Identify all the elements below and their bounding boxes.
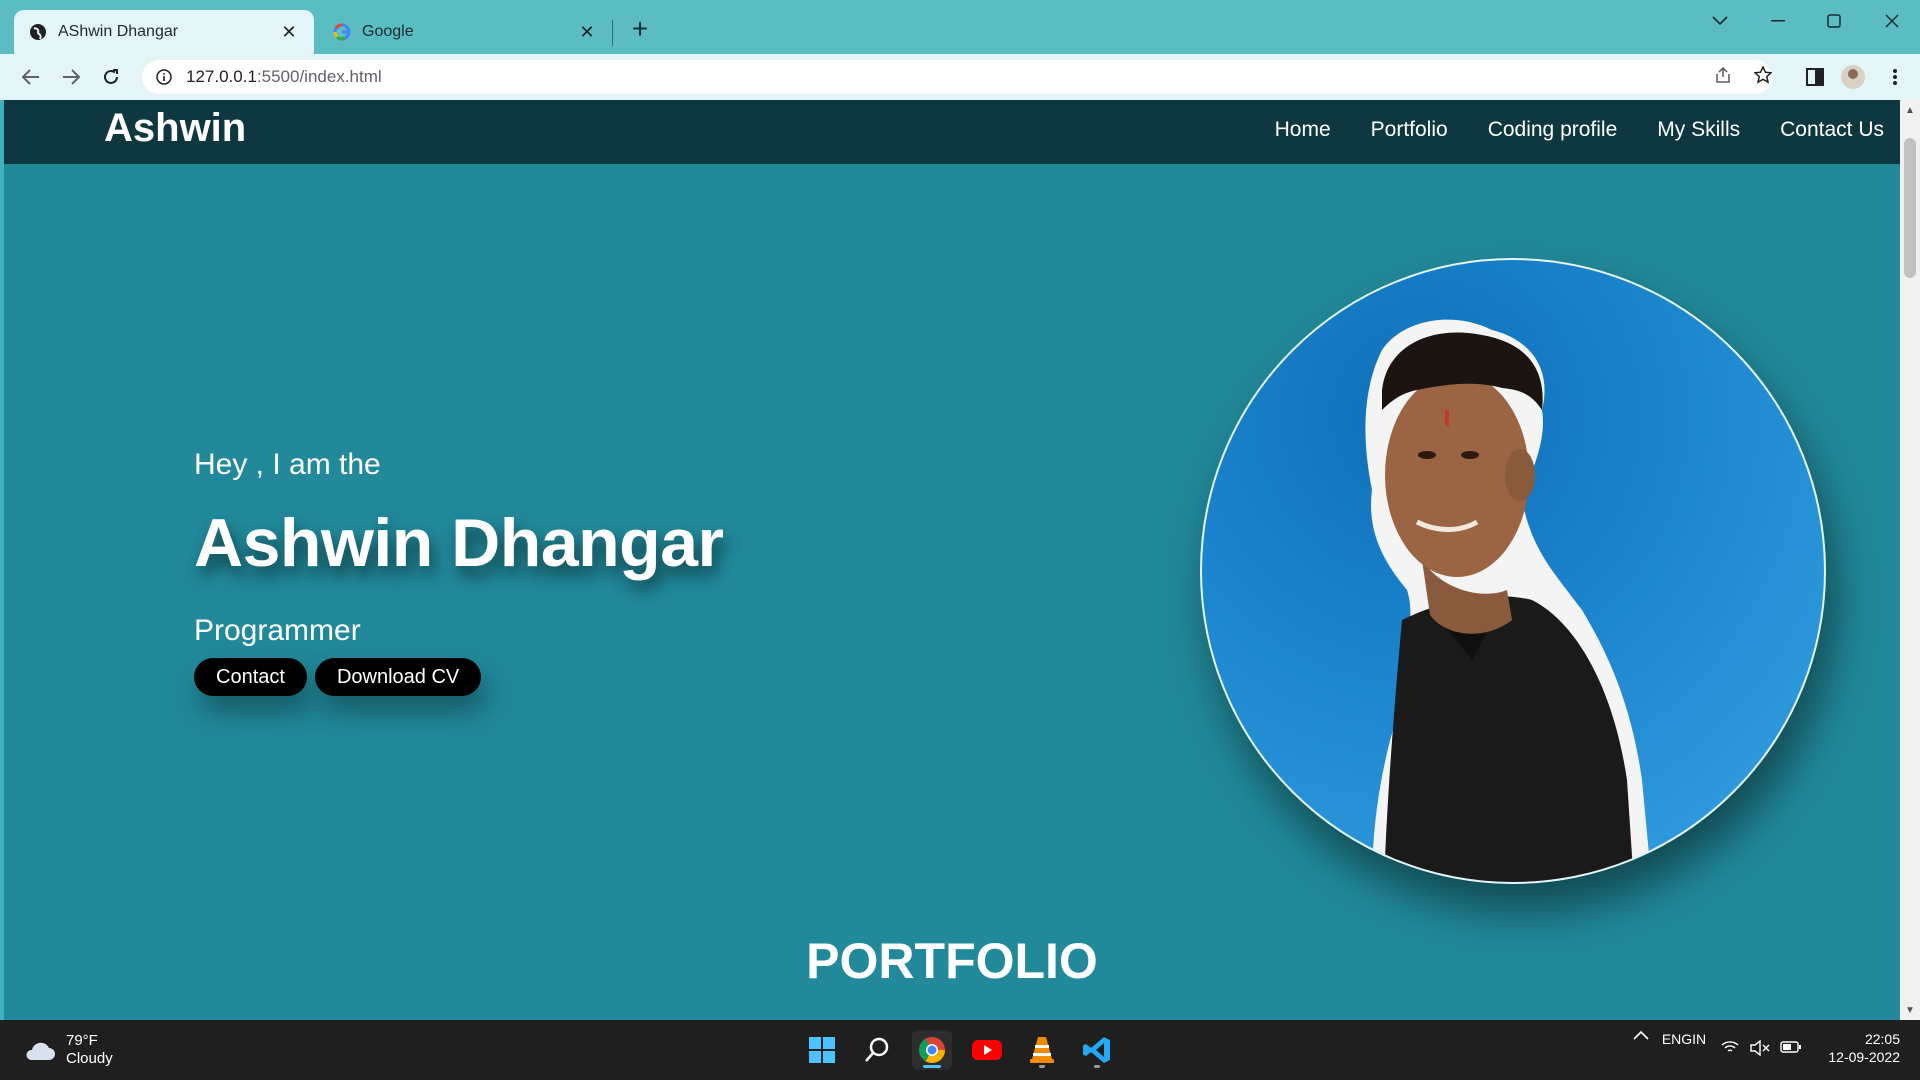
scroll-up-icon[interactable]: ▲ — [1900, 102, 1920, 118]
site-navbar: Ashwin Home Portfolio Coding profile My … — [4, 100, 1900, 164]
more-menu-icon[interactable] — [1880, 62, 1910, 92]
tab-title: Google — [362, 23, 414, 40]
google-icon — [332, 22, 352, 42]
new-tab-icon[interactable]: + — [626, 15, 654, 44]
close-tab-icon[interactable]: ✕ — [278, 21, 300, 43]
nav-home[interactable]: Home — [1275, 118, 1331, 142]
youtube-icon[interactable] — [967, 1030, 1007, 1070]
bookmark-star-icon[interactable] — [1748, 60, 1778, 90]
site-logo[interactable]: Ashwin — [104, 106, 246, 151]
hero-name: Ashwin Dhangar — [194, 505, 724, 581]
tab-search-icon[interactable] — [1692, 6, 1748, 36]
cloud-icon — [26, 1042, 55, 1060]
forward-icon[interactable] — [56, 62, 86, 92]
site-menu: Home Portfolio Coding profile My Skills … — [1275, 118, 1884, 142]
url-path: :5500/index.html — [256, 67, 382, 86]
page-scrollbar[interactable]: ▲ ▼ — [1900, 100, 1920, 1020]
profile-avatar[interactable] — [1838, 62, 1868, 92]
weather-condition: Cloudy — [66, 1050, 113, 1067]
site-info-icon[interactable] — [154, 67, 174, 87]
browser-toolbar: 127.0.0.1:5500/index.html — [0, 54, 1920, 100]
tab-ashwin-dhangar[interactable]: AShwin Dhangar ✕ — [14, 10, 314, 54]
tab-divider — [612, 20, 613, 46]
profile-photo — [1200, 258, 1826, 884]
running-app-indicator — [1039, 1065, 1045, 1068]
clock-date: 12-09-2022 — [1828, 1049, 1900, 1065]
url-text: 127.0.0.1:5500/index.html — [186, 67, 382, 87]
running-app-indicator — [1094, 1065, 1100, 1068]
active-app-indicator — [923, 1065, 941, 1068]
side-panel-icon[interactable] — [1800, 62, 1830, 92]
nav-contact-us[interactable]: Contact Us — [1780, 118, 1884, 142]
search-icon[interactable] — [857, 1030, 897, 1070]
maximize-icon[interactable] — [1806, 6, 1862, 36]
battery-icon[interactable] — [1778, 1040, 1804, 1054]
show-hidden-icons-icon[interactable] — [1628, 1030, 1654, 1040]
nav-coding-profile[interactable]: Coding profile — [1488, 118, 1618, 142]
portfolio-heading: PORTFOLIO — [806, 933, 1098, 989]
address-bar[interactable]: 127.0.0.1:5500/index.html — [142, 60, 1772, 94]
avatar — [1841, 65, 1865, 89]
wifi-icon[interactable] — [1718, 1040, 1742, 1054]
scroll-thumb[interactable] — [1904, 138, 1916, 278]
url-host: 127.0.0.1 — [186, 67, 257, 86]
vscode-icon[interactable] — [1077, 1030, 1117, 1070]
weather-temp: 79°F — [66, 1032, 98, 1049]
share-icon[interactable] — [1708, 60, 1738, 90]
vlc-icon[interactable] — [1022, 1030, 1062, 1070]
clock-text: 22:05 12-09-2022 — [1828, 1030, 1900, 1066]
language-indicator[interactable]: ENG IN — [1661, 1030, 1707, 1048]
nav-portfolio[interactable]: Portfolio — [1371, 118, 1448, 142]
region-code: IN — [1692, 1031, 1707, 1047]
hero-role: Programmer — [194, 614, 361, 647]
minimize-icon[interactable] — [1750, 6, 1806, 36]
hero-buttons: Contact Download CV — [194, 658, 724, 696]
language-code: ENG — [1661, 1031, 1693, 1047]
person-silhouette — [1365, 319, 1652, 882]
globe-icon — [28, 22, 48, 42]
windows-taskbar: 79°F Cloudy ENG IN 22:05 12-09-2022 — [0, 1020, 1920, 1080]
weather-widget[interactable]: 79°F Cloudy — [22, 1032, 113, 1068]
scroll-down-icon[interactable]: ▼ — [1900, 1002, 1920, 1018]
chrome-icon[interactable] — [912, 1030, 952, 1070]
page-viewport: Ashwin Home Portfolio Coding profile My … — [4, 100, 1900, 1020]
tab-google[interactable]: Google ✕ — [318, 10, 612, 54]
weather-text: 79°F Cloudy — [66, 1032, 113, 1068]
close-tab-icon[interactable]: ✕ — [576, 21, 598, 43]
volume-muted-icon[interactable] — [1748, 1040, 1772, 1056]
close-window-icon[interactable] — [1864, 6, 1920, 36]
hero-intro: Hey , I am the Ashwin Dhangar Programmer… — [194, 448, 724, 696]
nav-my-skills[interactable]: My Skills — [1657, 118, 1740, 142]
browser-tab-strip: AShwin Dhangar ✕ Google ✕ + — [0, 0, 1920, 54]
tab-title: AShwin Dhangar — [58, 23, 179, 40]
reload-icon[interactable] — [96, 62, 126, 92]
contact-button[interactable]: Contact — [194, 658, 307, 696]
system-clock[interactable]: 22:05 12-09-2022 — [1810, 1030, 1900, 1066]
windows-start-icon[interactable] — [802, 1030, 842, 1070]
clock-time: 22:05 — [1864, 1031, 1900, 1047]
back-icon[interactable] — [16, 62, 46, 92]
hero-greeting: Hey , I am the — [194, 448, 381, 481]
download-cv-button[interactable]: Download CV — [314, 658, 482, 696]
